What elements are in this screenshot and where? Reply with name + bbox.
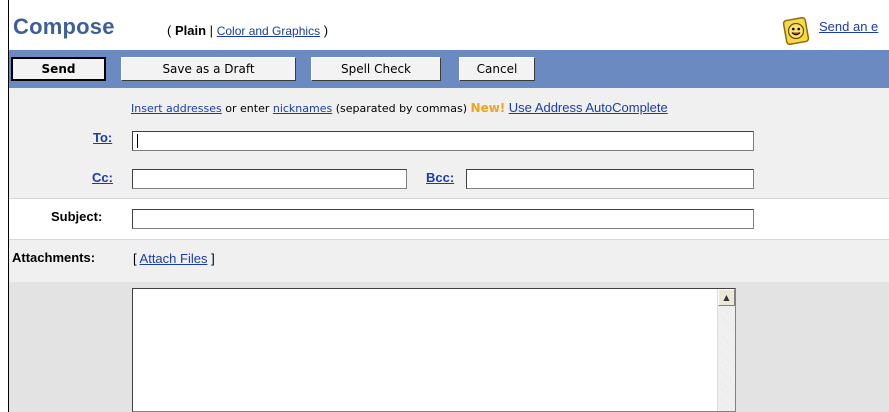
separated-note: (separated by commas) xyxy=(335,102,468,115)
modes-separator: | xyxy=(209,23,214,38)
cc-label-link[interactable]: Cc: xyxy=(92,170,113,185)
subject-field[interactable] xyxy=(132,209,754,229)
attachments-row: Attachments: [ Attach Files ] xyxy=(9,240,889,282)
vertical-scrollbar[interactable]: ▲ xyxy=(717,289,735,411)
modes-open-paren: ( xyxy=(167,23,172,38)
color-graphics-link[interactable]: Color and Graphics xyxy=(217,24,320,38)
address-hint: Insert addresses or enter nicknames (sep… xyxy=(131,100,668,115)
send-ecard-link[interactable]: Send an e xyxy=(819,19,878,34)
or-enter-text: or enter xyxy=(225,102,270,115)
bracket-open: [ xyxy=(133,251,137,266)
attach-files-link[interactable]: Attach Files xyxy=(140,251,208,266)
page-title: Compose xyxy=(13,14,115,39)
compose-toolbar: Send Save as a Draft Spell Check Cancel xyxy=(9,50,889,88)
to-label-link[interactable]: To: xyxy=(93,130,112,145)
scroll-up-arrow-icon[interactable]: ▲ xyxy=(718,289,735,306)
bcc-label-link[interactable]: Bcc: xyxy=(426,170,454,185)
text-caret xyxy=(137,134,138,148)
plain-mode-label: Plain xyxy=(174,23,207,38)
attach-files-control: [ Attach Files ] xyxy=(133,251,215,266)
cc-field[interactable] xyxy=(132,169,407,189)
compose-header: Compose ( Plain | Color and Graphics ) S… xyxy=(9,0,889,50)
save-draft-button[interactable]: Save as a Draft xyxy=(121,57,296,81)
bracket-close: ] xyxy=(211,251,215,266)
message-body-editor[interactable]: ▲ xyxy=(132,288,736,412)
smiley-card-icon[interactable] xyxy=(781,16,811,46)
attachments-label: Attachments: xyxy=(12,250,96,265)
spell-check-button[interactable]: Spell Check xyxy=(311,57,441,81)
cancel-button[interactable]: Cancel xyxy=(459,57,535,81)
bcc-field[interactable] xyxy=(466,169,754,189)
insert-addresses-link[interactable]: Insert addresses xyxy=(131,102,222,115)
to-field[interactable] xyxy=(132,131,754,151)
subject-label: Subject: xyxy=(51,209,103,224)
autocomplete-link[interactable]: Use Address AutoComplete xyxy=(509,100,668,115)
nicknames-link[interactable]: nicknames xyxy=(273,102,332,115)
modes-close-paren: ) xyxy=(323,23,329,38)
compose-mode-switch: ( Plain | Color and Graphics ) xyxy=(167,23,328,38)
new-badge: New! xyxy=(470,101,506,115)
send-button[interactable]: Send xyxy=(11,57,106,81)
